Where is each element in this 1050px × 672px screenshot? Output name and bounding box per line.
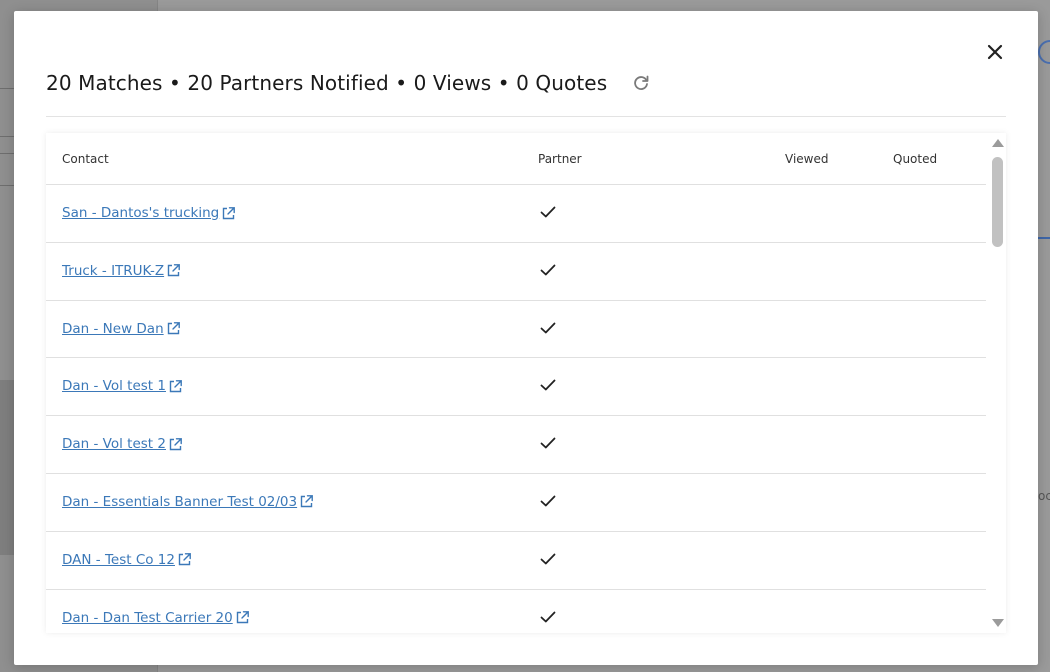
partner-check-icon — [540, 494, 556, 508]
table-row: San - Dantos's trucking — [46, 185, 986, 243]
external-link-icon — [235, 610, 250, 625]
table-rows: San - Dantos's trucking Truck - ITRUK-Z Da… — [46, 185, 986, 633]
table-row: Dan - Dan Test Carrier 20 — [46, 590, 986, 633]
background-circle-icon — [1038, 40, 1050, 64]
partner-check-icon — [540, 436, 556, 450]
summary-text: 20 Matches • 20 Partners Notified • 0 Vi… — [46, 71, 608, 95]
contact-link[interactable]: DAN - Test Co 12 — [62, 552, 192, 568]
background-panel — [0, 380, 14, 555]
partner-check-icon — [540, 205, 556, 219]
partner-check-icon — [540, 552, 556, 566]
table-row: Dan - Vol test 2 — [46, 416, 986, 474]
column-header-contact[interactable]: Contact — [62, 152, 109, 166]
background-divider — [0, 136, 14, 137]
contact-name: Dan - Vol test 1 — [62, 378, 166, 395]
external-link-icon — [168, 379, 183, 394]
external-link-icon — [299, 494, 314, 509]
external-link-icon — [166, 321, 181, 336]
refresh-icon — [634, 75, 649, 90]
table-row: Dan - Essentials Banner Test 02/03 — [46, 474, 986, 532]
partner-check-icon — [540, 378, 556, 392]
match-summary: 20 Matches • 20 Partners Notified • 0 Vi… — [46, 69, 651, 97]
contact-link[interactable]: Dan - Vol test 2 — [62, 436, 183, 452]
close-icon — [987, 44, 1003, 60]
header-divider — [46, 116, 1006, 117]
background-text: oc — [1038, 489, 1050, 503]
external-link-icon — [168, 437, 183, 452]
external-link-icon — [177, 552, 192, 567]
partner-check-icon — [540, 321, 556, 335]
table-scrollbar[interactable] — [990, 133, 1006, 633]
contact-link[interactable]: Dan - Essentials Banner Test 02/03 — [62, 494, 314, 510]
contact-link[interactable]: Dan - Vol test 1 — [62, 378, 183, 394]
background-accent-line — [1038, 237, 1050, 239]
table-header: Contact Partner Viewed Quoted — [46, 133, 986, 185]
contact-name: Dan - Dan Test Carrier 20 — [62, 609, 233, 626]
partners-table: Contact Partner Viewed Quoted San - Dant… — [46, 133, 1006, 633]
table-row: DAN - Test Co 12 — [46, 532, 986, 590]
close-button[interactable] — [984, 41, 1006, 63]
contact-name: Dan - Vol test 2 — [62, 436, 166, 453]
scroll-down-arrow-icon[interactable] — [992, 619, 1004, 627]
column-header-partner[interactable]: Partner — [538, 152, 582, 166]
table-row: Dan - New Dan — [46, 301, 986, 359]
partner-check-icon — [540, 263, 556, 277]
contact-link[interactable]: San - Dantos's trucking — [62, 205, 236, 221]
contact-name: San - Dantos's trucking — [62, 205, 220, 221]
contact-link[interactable]: Dan - New Dan — [62, 321, 181, 337]
contact-name: Truck - ITRUK-Z — [62, 262, 165, 279]
contact-name: DAN - Test Co 12 — [62, 551, 175, 568]
column-header-quoted[interactable]: Quoted — [893, 152, 937, 166]
external-link-icon — [221, 206, 236, 221]
external-link-icon — [166, 263, 181, 278]
partner-check-icon — [540, 610, 556, 624]
background-divider — [0, 153, 14, 154]
scroll-up-arrow-icon[interactable] — [992, 139, 1004, 147]
matches-modal: 20 Matches • 20 Partners Notified • 0 Vi… — [14, 11, 1038, 665]
table-row: Dan - Vol test 1 — [46, 358, 986, 417]
contact-link[interactable]: Dan - Dan Test Carrier 20 — [62, 610, 250, 626]
table-row: Truck - ITRUK-Z — [46, 243, 986, 301]
background-divider — [0, 185, 14, 186]
contact-name: Dan - New Dan — [62, 320, 164, 337]
background-divider — [0, 88, 14, 89]
table-body: Contact Partner Viewed Quoted San - Dant… — [46, 133, 986, 633]
refresh-button[interactable] — [631, 73, 651, 93]
contact-link[interactable]: Truck - ITRUK-Z — [62, 263, 181, 279]
column-header-viewed[interactable]: Viewed — [785, 152, 828, 166]
scroll-thumb[interactable] — [992, 157, 1003, 247]
contact-name: Dan - Essentials Banner Test 02/03 — [62, 493, 298, 510]
